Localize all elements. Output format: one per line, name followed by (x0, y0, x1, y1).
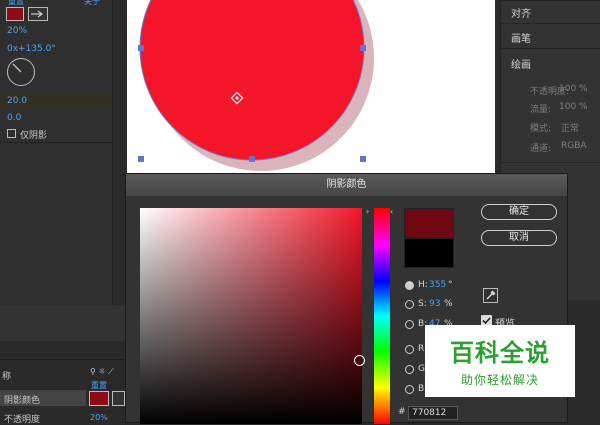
b2-radio[interactable] (405, 385, 414, 394)
s-value[interactable]: 93 (429, 299, 440, 309)
eyedropper-icon[interactable] (483, 288, 498, 303)
r-radio[interactable] (405, 345, 414, 354)
hue-arrow-right-icon: ‹ (390, 207, 394, 216)
color-cursor[interactable] (354, 355, 365, 366)
paint-channel-label: 通道: (530, 144, 552, 154)
selection-handle (138, 156, 144, 162)
hue-slider[interactable] (374, 208, 390, 424)
brush-panel-tab[interactable]: 画笔 (511, 30, 531, 45)
composition-canvas[interactable] (127, 0, 495, 175)
paint-flow-label: 流量: (530, 105, 552, 115)
divider (0, 359, 125, 360)
hex-input[interactable]: 770812 (408, 406, 458, 420)
dialog-title: 阴影颜色 (126, 174, 567, 196)
column-header-name: 称 (2, 372, 12, 382)
selection-handle (138, 45, 144, 51)
b-radio[interactable] (405, 320, 414, 329)
distance-value[interactable]: 20.0 (7, 96, 27, 106)
ok-button[interactable]: 确定 (481, 204, 557, 220)
divider (0, 142, 112, 143)
paint-flow-value[interactable]: 100 % (559, 102, 588, 112)
s-label: S: (418, 299, 427, 309)
shadow-color-swatch[interactable] (89, 391, 109, 406)
watermark-logo: 百科全说 助你轻松解决 (425, 325, 575, 397)
s-unit: % (444, 299, 453, 309)
paint-mode-label: 模式: (530, 124, 552, 134)
opacity-value[interactable]: 20% (7, 26, 27, 36)
selection-handle (249, 156, 255, 162)
paint-panel-tab[interactable]: 绘画 (511, 56, 531, 71)
h-label: H: (418, 280, 428, 290)
canvas-artwork (138, 0, 374, 171)
timeline-panel: 称 ⚲ ☼ ⟋ 重置 阴影颜色 不透明度 20% (0, 305, 125, 425)
hue-arrow-left-icon: › (366, 207, 370, 216)
opacity-value[interactable]: 20% (90, 413, 108, 422)
h-value[interactable]: 355 (429, 280, 446, 290)
about-link[interactable]: 关于 (84, 0, 100, 7)
direction-value[interactable]: 0x+135.0° (7, 44, 56, 54)
shadow-color-swatch[interactable] (6, 7, 24, 21)
effect-controls-panel: 重置 关于 20% 0x+135.0° 20.0 0.0 仅阴影 (0, 0, 113, 305)
softness-value[interactable]: 0.0 (7, 113, 21, 123)
layer-row-label: 阴影颜色 (4, 396, 41, 406)
layer-row-label: 不透明度 (4, 415, 41, 425)
hex-hash: # (398, 407, 406, 417)
s-radio[interactable] (405, 300, 414, 309)
original-color-preview[interactable] (404, 238, 454, 268)
timeline-header (0, 305, 125, 341)
shadow-only-label: 仅阴影 (20, 131, 48, 141)
paint-mode-select[interactable]: 正常 (561, 121, 579, 134)
align-panel-tab[interactable]: 对齐 (511, 5, 531, 20)
watermark-subtitle: 助你轻松解决 (460, 373, 539, 387)
cancel-button[interactable]: 取消 (481, 230, 557, 246)
watermark-title: 百科全说 (450, 339, 550, 367)
h-unit: ° (448, 280, 453, 290)
shadow-only-checkbox[interactable] (7, 129, 16, 138)
paint-channel-select[interactable]: RGBA (561, 141, 587, 151)
eyedropper-swatch[interactable] (112, 391, 125, 406)
paint-opacity-value[interactable]: 100 % (559, 84, 588, 94)
selection-handle (360, 156, 366, 162)
h-radio[interactable] (405, 281, 414, 290)
switch-icons: ⚲ ☼ ⟋ (90, 367, 114, 376)
reset-link[interactable]: 重置 (8, 0, 24, 7)
eyedropper-swatch[interactable] (28, 7, 48, 21)
reset-link[interactable]: 重置 (91, 380, 107, 391)
g-radio[interactable] (405, 365, 414, 374)
direction-dial[interactable] (7, 58, 35, 86)
selection-handle (360, 45, 366, 51)
saturation-brightness-field[interactable] (140, 208, 365, 424)
new-color-preview (404, 208, 454, 238)
